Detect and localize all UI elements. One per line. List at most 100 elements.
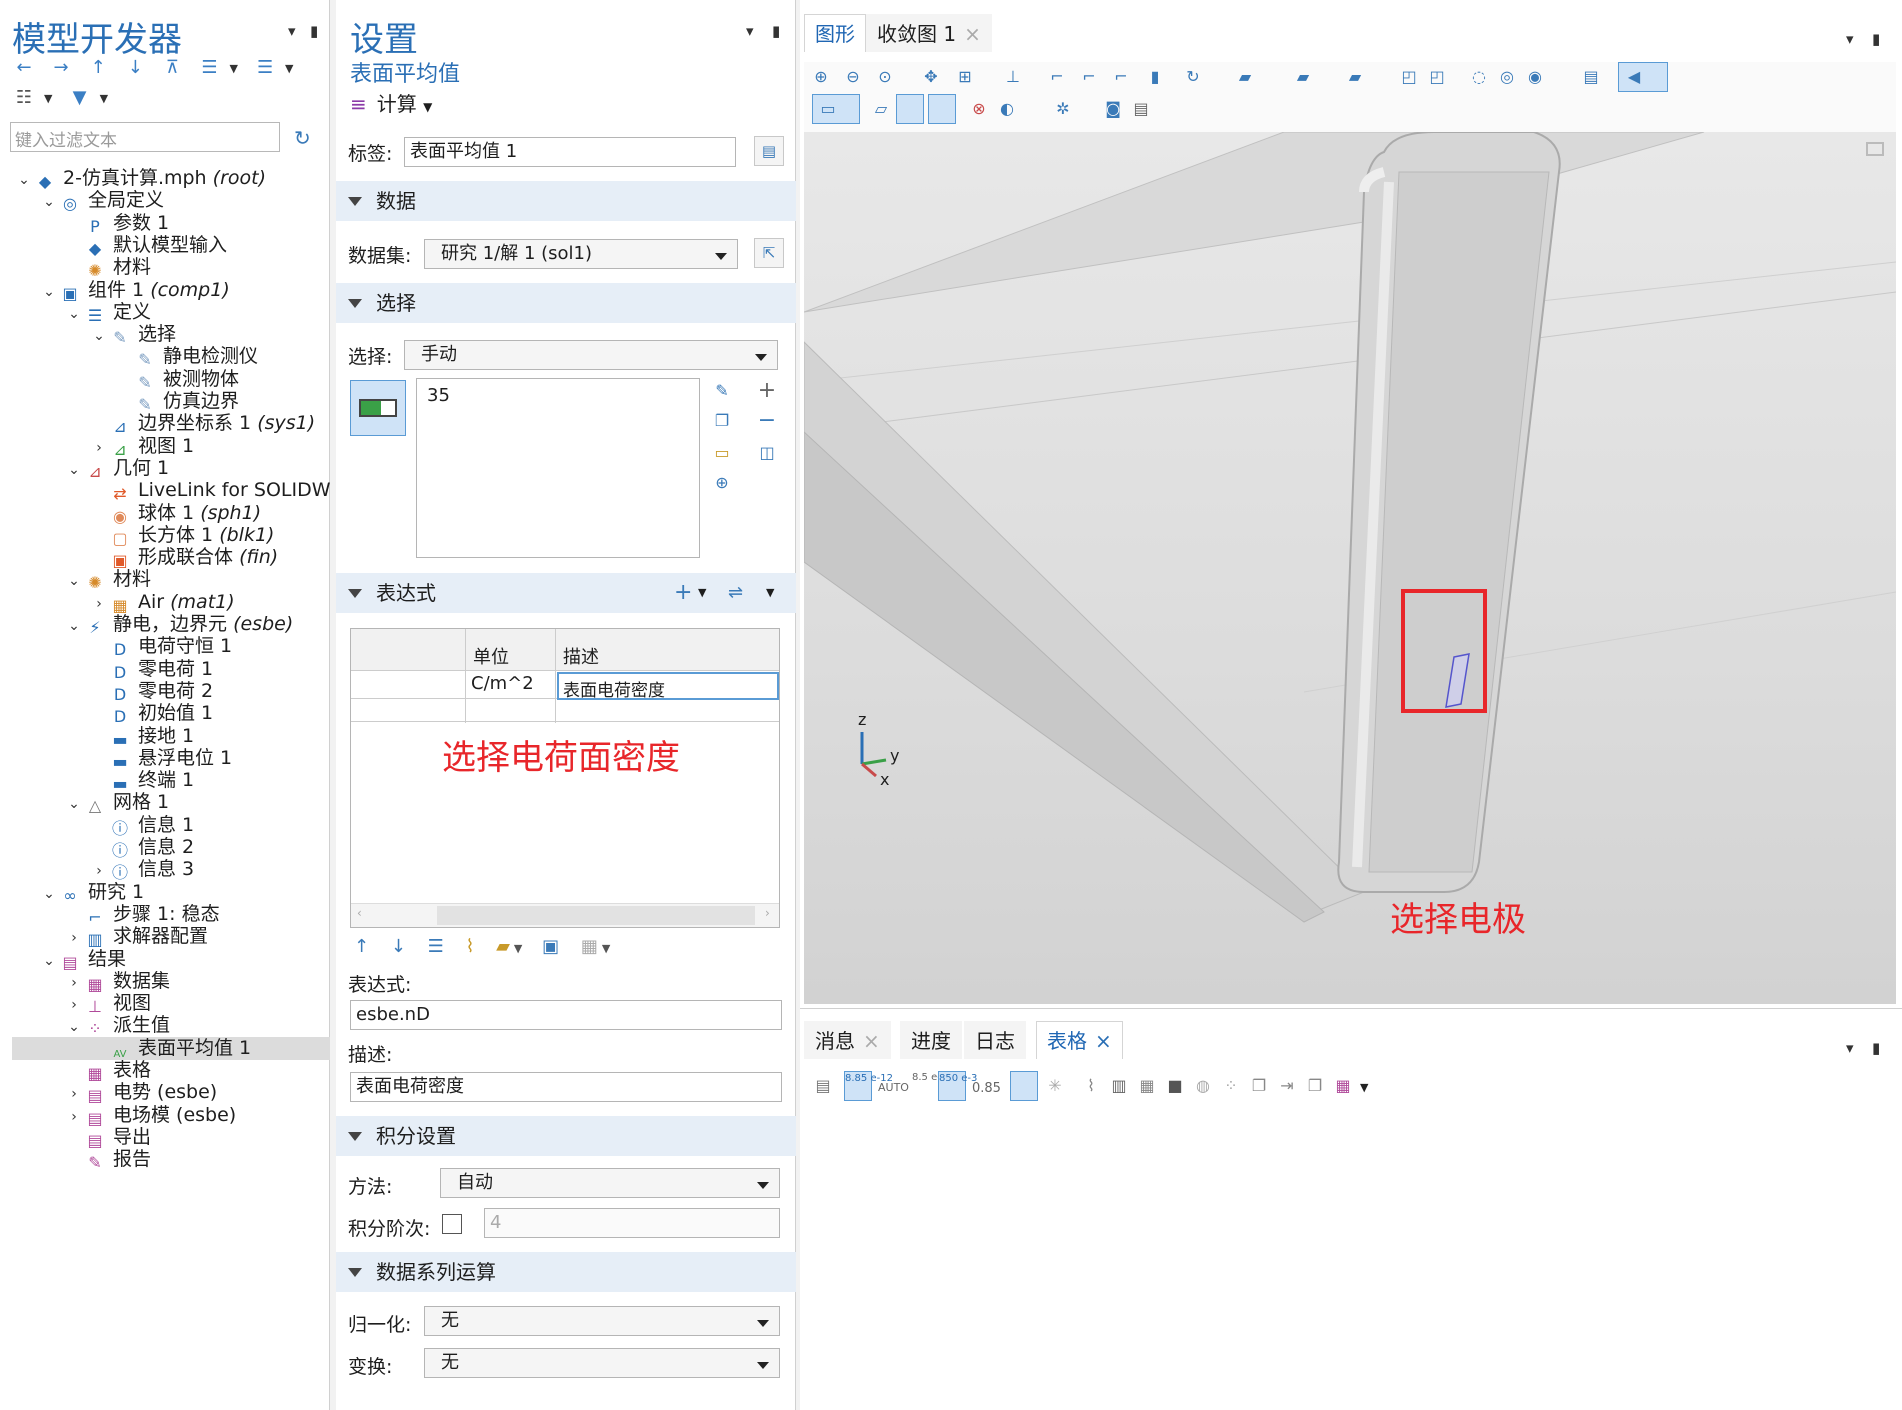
selection-select[interactable]: 手动: [404, 340, 778, 370]
tab-table[interactable]: 表格 ×: [1036, 1021, 1123, 1059]
mesh-icon[interactable]: ⊗: [968, 98, 990, 120]
build-icon[interactable]: ▼: [68, 86, 92, 110]
horizontal-scrollbar[interactable]: ‹ ›: [351, 903, 779, 927]
description-field[interactable]: 表面电荷密度: [350, 1072, 782, 1102]
pin-icon[interactable]: ▮: [1872, 1039, 1880, 1057]
section-integration[interactable]: 积分设置: [336, 1116, 796, 1156]
section-data[interactable]: 数据: [336, 181, 796, 221]
move-down-icon[interactable]: ↓: [391, 936, 406, 957]
engineering-format-toggle[interactable]: 8.5 e-1: [912, 1071, 947, 1084]
create-selection-icon[interactable]: ⊕: [711, 472, 733, 494]
render-mode-button[interactable]: ▭: [812, 94, 860, 124]
tree-item[interactable]: ▣ 形成联合体 (fin): [0, 546, 330, 569]
tree-item[interactable]: ✎ 报告: [0, 1148, 330, 1171]
stop-icon[interactable]: ■: [1164, 1075, 1186, 1097]
chevron-down-icon[interactable]: ⌄: [64, 570, 84, 591]
chevron-down-icon[interactable]: ⌄: [64, 615, 84, 636]
tree-item[interactable]: ⌄ ◎ 全局定义: [0, 189, 330, 212]
graphics-options-icon[interactable]: [1866, 142, 1884, 156]
aperture-icon[interactable]: ✲: [1052, 98, 1074, 120]
tree-item[interactable]: ⌄ ⚡ 静电，边界元 (esbe): [0, 613, 330, 636]
delete-rows-icon[interactable]: ☰: [428, 936, 444, 957]
selection-list-icon[interactable]: ◎: [1496, 66, 1518, 88]
auto-format-toggle[interactable]: AUTO: [878, 1081, 909, 1094]
compute-button[interactable]: ≡ 计算 ▼: [350, 88, 432, 117]
chevron-right-icon[interactable]: ›: [64, 1083, 84, 1104]
zoom-to-selection-icon[interactable]: ◫: [756, 442, 778, 464]
refresh-icon[interactable]: ↻: [294, 126, 311, 150]
pane-menu-icon[interactable]: ▾: [1846, 1039, 1854, 1057]
expression-field[interactable]: esbe.nD: [350, 1000, 782, 1030]
tree-item[interactable]: D 电荷守恒 1: [0, 635, 330, 658]
pane-menu-icon[interactable]: ▾: [746, 22, 754, 40]
section-series[interactable]: 数据系列运算: [336, 1252, 796, 1292]
chevron-down-icon[interactable]: ⌄: [39, 191, 59, 212]
copy-selection-icon[interactable]: ❐: [711, 410, 733, 432]
tree-item[interactable]: ⌄ △ 网格 1: [0, 791, 330, 814]
tree-item[interactable]: ✎ 被测物体: [0, 368, 330, 391]
chevron-right-icon[interactable]: ›: [64, 1106, 84, 1127]
select-object-icon[interactable]: ▰: [1234, 66, 1256, 88]
selection-list[interactable]: 35: [416, 378, 700, 558]
tab-convergence[interactable]: 收敛图 1 ×: [866, 14, 992, 52]
grid-toggle[interactable]: [896, 94, 924, 124]
tree-item[interactable]: ⌄ ☰ 定义: [0, 301, 330, 324]
tree-item[interactable]: › ▤ 电场模 (esbe): [0, 1104, 330, 1127]
zoom-out-icon[interactable]: ⊖: [842, 66, 864, 88]
chevron-down-icon[interactable]: ⌄: [64, 1016, 84, 1037]
tree-item[interactable]: ⌐ 步骤 1: 稳态: [0, 903, 330, 926]
chevron-down-icon[interactable]: ⌄: [64, 793, 84, 814]
add-expression-icon[interactable]: +: [674, 580, 692, 605]
tree-item[interactable]: ▬ 悬浮电位 1: [0, 747, 330, 770]
tree-item[interactable]: ✎ 静电检测仪: [0, 345, 330, 368]
normalization-select[interactable]: 无: [424, 1306, 780, 1336]
chevron-right-icon[interactable]: ›: [64, 994, 84, 1015]
chevron-down-icon[interactable]: ▼: [44, 92, 52, 105]
print-icon[interactable]: ▤: [1130, 98, 1152, 120]
chevron-down-icon[interactable]: ▼: [766, 586, 774, 599]
tree-item[interactable]: ✺ 材料: [0, 256, 330, 279]
dataset-select[interactable]: 研究 1/解 1 (sol1): [424, 239, 738, 269]
histogram-icon[interactable]: ◍: [1192, 1075, 1214, 1097]
camera-icon[interactable]: ◙: [1102, 98, 1124, 120]
tree-item[interactable]: AV 表面平均值 1: [12, 1036, 330, 1060]
tree-item[interactable]: › ▤ 电势 (esbe): [0, 1081, 330, 1104]
tree-item[interactable]: D 零电荷 2: [0, 680, 330, 703]
tree-item[interactable]: ▬ 终端 1: [0, 769, 330, 792]
chevron-down-icon[interactable]: ▼: [1360, 1081, 1368, 1094]
tree-item[interactable]: ⌄ ▣ 组件 1 (comp1): [0, 279, 330, 302]
scientific-format-toggle[interactable]: 850 e-3: [938, 1071, 977, 1101]
tree-item[interactable]: ◆ 默认模型输入: [0, 234, 330, 257]
delete-table-icon[interactable]: ▥: [1108, 1075, 1130, 1097]
pin-icon[interactable]: ▮: [772, 22, 780, 40]
pane-menu-icon[interactable]: ▾: [1846, 30, 1854, 48]
unit-cell[interactable]: C/m^2: [471, 673, 534, 694]
tree-item[interactable]: ⌄ ∞ 研究 1: [0, 881, 330, 904]
zoom-box-icon[interactable]: ⊙: [874, 66, 896, 88]
select-domain-icon[interactable]: ▰: [1292, 66, 1314, 88]
tree-item[interactable]: ⌄ ✺ 材料: [0, 568, 330, 591]
scene-light-icon[interactable]: ▱: [870, 98, 892, 120]
tab-graphics[interactable]: 图形: [804, 14, 866, 52]
remove-icon[interactable]: −: [756, 410, 778, 432]
select-box-icon[interactable]: ◰: [1398, 66, 1420, 88]
close-icon[interactable]: ×: [1095, 1029, 1112, 1053]
chevron-down-icon[interactable]: ▼: [698, 586, 706, 599]
tree-item[interactable]: › ▥ 求解器配置: [0, 925, 330, 948]
list-view-icon[interactable]: ☷: [12, 86, 36, 110]
tree-item[interactable]: › ▦ Air (mat1): [0, 591, 330, 614]
clear-table-icon[interactable]: ⌇: [466, 936, 475, 957]
tab-progress[interactable]: 进度: [900, 1021, 962, 1059]
go-to-view-icon[interactable]: ▮: [1144, 66, 1166, 88]
scrollbar-thumb[interactable]: [437, 906, 755, 925]
pin-icon[interactable]: ▮: [1872, 30, 1880, 48]
expand-icon[interactable]: ☰: [253, 56, 277, 80]
tab-log[interactable]: 日志: [964, 1021, 1026, 1059]
tree-item[interactable]: ✎ 仿真边界: [0, 390, 330, 413]
tree-item[interactable]: ⊿ 边界坐标系 1 (sys1): [0, 412, 330, 435]
chevron-right-icon[interactable]: ›: [89, 593, 109, 614]
activate-selection-toggle[interactable]: [350, 380, 406, 436]
chevron-right-icon[interactable]: ›: [64, 972, 84, 993]
save-table-icon[interactable]: ❐: [1304, 1075, 1326, 1097]
save-icon[interactable]: ▣: [542, 936, 559, 957]
